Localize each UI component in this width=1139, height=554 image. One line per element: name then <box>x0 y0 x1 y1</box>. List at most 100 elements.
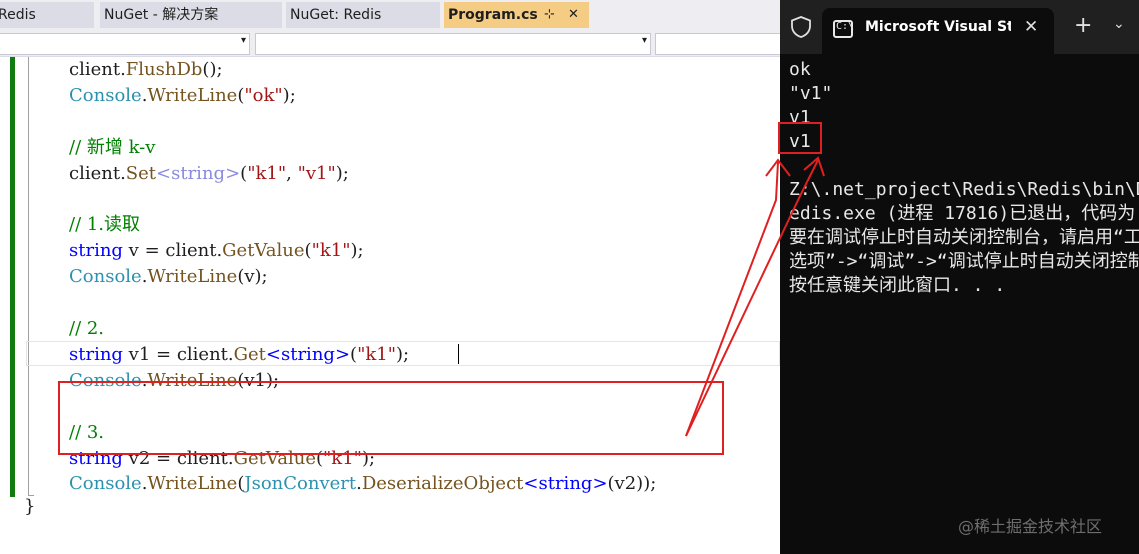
code-line[interactable]: client.Set<string>("k1", "v1"); <box>0 161 780 187</box>
code-token: (v); <box>237 266 268 288</box>
editor-tab-strip: Redis NuGet - 解决方案 NuGet: Redis Program.… <box>0 0 780 30</box>
code-token: "v1" <box>297 162 336 184</box>
code-line-content: client.Set<string>("k1", "v1"); <box>69 161 349 187</box>
closing-brace: } <box>24 496 36 517</box>
code-token: < <box>523 473 539 495</box>
code-editor[interactable]: client.FlushDb(); Console.WriteLine("ok")… <box>0 57 780 554</box>
code-line[interactable]: // 新增 k-v <box>0 135 780 161</box>
code-token: Console <box>69 266 142 288</box>
code-token: > <box>225 162 241 184</box>
new-tab-button[interactable]: + <box>1074 14 1092 38</box>
console-line: v1 <box>789 131 811 152</box>
tab-redis[interactable]: Redis <box>0 2 94 28</box>
code-line-content: Console.WriteLine("ok"); <box>69 83 296 109</box>
code-line-content: Console.WriteLine(JsonConvert.Deserializ… <box>69 471 656 497</box>
code-token: , <box>286 162 298 184</box>
code-token: Console <box>69 473 142 495</box>
code-token: ); <box>350 240 364 262</box>
code-token: JsonConvert <box>244 473 357 495</box>
code-token: Console <box>69 84 142 106</box>
code-token: "ok" <box>244 84 283 106</box>
code-token: (); <box>202 59 223 80</box>
chevron-down-icon[interactable]: ⌄ <box>1113 16 1125 32</box>
tab-label: Redis <box>0 7 36 23</box>
code-token: v = client. <box>122 240 223 262</box>
close-icon[interactable]: ✕ <box>1024 17 1038 37</box>
navigation-bar: ▾ ▾ <box>0 30 795 57</box>
code-line[interactable]: Console.WriteLine(JsonConvert.Deserializ… <box>0 471 780 497</box>
console-line: 选项”->“调试”->“调试停止时自动关闭控制台”。 <box>789 251 1139 272</box>
code-line[interactable] <box>0 187 780 213</box>
code-token: "k1" <box>311 240 351 262</box>
code-line-content: Console.WriteLine(v); <box>69 264 268 290</box>
type-dropdown[interactable]: ▾ <box>255 33 651 55</box>
code-token: v1 = client. <box>122 343 234 365</box>
code-token: Get <box>233 343 266 365</box>
code-token: ( <box>350 343 358 365</box>
code-line[interactable]: client.FlushDb(); <box>0 57 780 83</box>
pin-icon[interactable]: ⊹ <box>544 2 555 28</box>
console-line: v1 <box>789 107 811 128</box>
code-token: < <box>156 162 172 184</box>
console-tab-title: Microsoft Visual Studio <box>865 19 1011 35</box>
console-annotation-box <box>778 122 822 154</box>
code-line[interactable]: string v1 = client.Get<string>("k1"); <box>0 342 780 368</box>
console-line: Z:\.net_project\Redis\Redis\bin\Debug\ne… <box>789 179 1139 200</box>
tab-label: NuGet: Redis <box>290 7 382 23</box>
code-line[interactable] <box>0 290 780 316</box>
code-token: // 1.读取 <box>69 214 141 236</box>
code-token: GetValue <box>222 240 305 262</box>
code-line[interactable]: // 2. <box>0 316 780 342</box>
member-dropdown[interactable] <box>655 33 795 55</box>
chevron-down-icon: ▾ <box>641 35 647 46</box>
code-token: string <box>171 162 226 184</box>
code-line-content: string v1 = client.Get<string>("k1"); <box>69 342 409 368</box>
tab-nuget-solution[interactable]: NuGet - 解决方案 <box>100 2 282 28</box>
code-line-content: // 新增 k-v <box>69 135 155 161</box>
console-line: ok <box>789 59 811 80</box>
code-token: client. <box>69 59 126 80</box>
console-line: "v1" <box>789 83 833 104</box>
code-token: DeserializeObject <box>361 473 524 495</box>
code-token: Set <box>125 162 157 184</box>
code-token: ); <box>282 84 296 106</box>
console-line: 按任意键关闭此窗口. . . <box>789 275 1006 296</box>
code-line[interactable]: // 1.读取 <box>0 212 780 238</box>
tab-label: NuGet - 解决方案 <box>104 7 219 23</box>
code-line[interactable]: Console.WriteLine(v); <box>0 264 780 290</box>
tab-label: Program.cs <box>448 7 538 23</box>
close-tab-icon[interactable]: ✕ <box>568 2 579 28</box>
code-line[interactable]: Console.WriteLine("ok"); <box>0 83 780 109</box>
code-line[interactable]: string v = client.GetValue("k1"); <box>0 238 780 264</box>
code-token: < <box>265 343 281 365</box>
code-token: (v2)); <box>607 473 657 495</box>
code-token: // 新增 k-v <box>69 136 156 158</box>
console-tab[interactable]: C:\ Microsoft Visual Studio ✕ <box>822 8 1054 54</box>
console-window[interactable]: C:\ Microsoft Visual Studio ✕ + ⌄ ok "v1"… <box>780 0 1139 554</box>
console-titlebar: C:\ Microsoft Visual Studio ✕ + ⌄ <box>780 0 1139 54</box>
code-token: string <box>69 343 123 365</box>
tab-nuget-redis[interactable]: NuGet: Redis <box>286 2 440 28</box>
code-line-content: client.FlushDb(); <box>69 57 223 83</box>
code-token: "k1" <box>247 162 287 184</box>
code-token: WriteLine <box>147 84 238 106</box>
code-annotation-box <box>58 381 724 455</box>
code-line-content: // 2. <box>69 316 104 342</box>
console-line: edis.exe (进程 17816)已退出，代码为 0。 <box>789 203 1139 224</box>
code-token: WriteLine <box>147 266 238 288</box>
code-token: WriteLine <box>147 473 238 495</box>
code-line[interactable] <box>0 109 780 135</box>
code-token: client. <box>69 162 126 184</box>
terminal-icon: C:\ <box>833 20 854 38</box>
chevron-down-icon: ▾ <box>240 35 246 46</box>
code-token: ); <box>335 162 349 184</box>
tab-program-cs[interactable]: Program.cs ⊹ ✕ <box>444 2 589 28</box>
code-token: string <box>280 343 335 365</box>
project-dropdown[interactable]: ▾ <box>0 33 250 55</box>
code-line-content: // 1.读取 <box>69 212 140 238</box>
code-token: ); <box>395 343 410 365</box>
code-token: ( <box>304 240 312 262</box>
code-token: > <box>592 473 608 495</box>
code-token: string <box>69 240 123 262</box>
code-token: FlushDb <box>125 59 203 80</box>
